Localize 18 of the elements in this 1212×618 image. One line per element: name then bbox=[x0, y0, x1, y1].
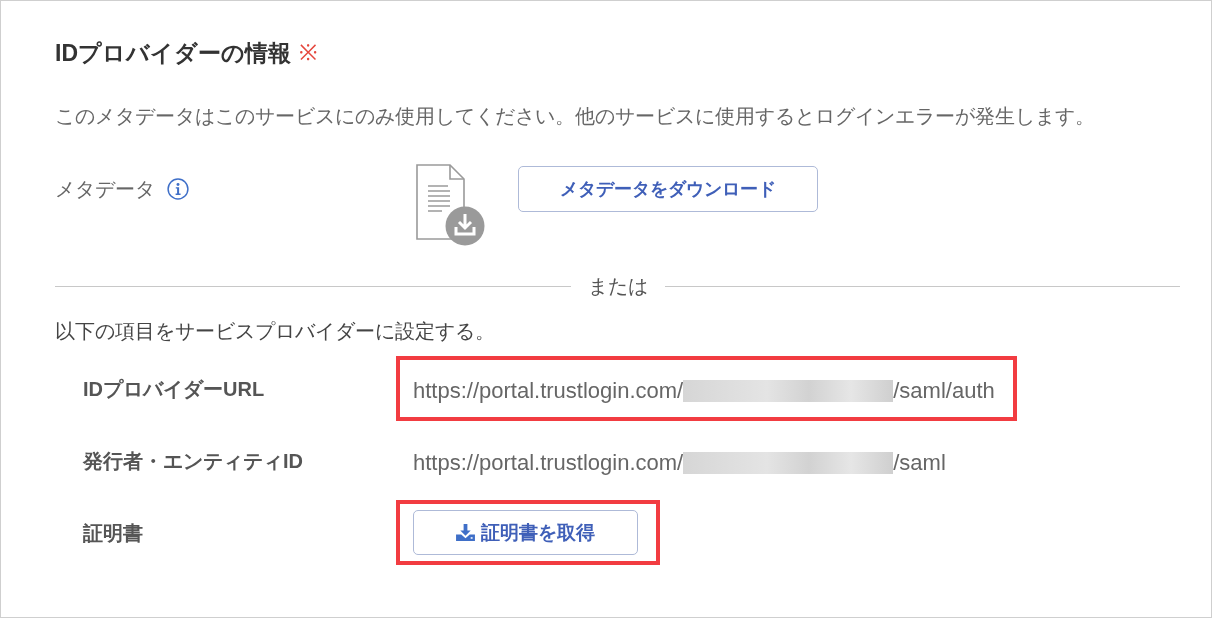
description-text: このメタデータはこのサービスにのみ使用してください。他のサービスに使用するとログインエラーが発生します。 bbox=[55, 104, 1096, 129]
section-title: IDプロバイダーの情報 bbox=[55, 39, 291, 68]
download-metadata-button[interactable]: メタデータをダウンロード bbox=[518, 166, 818, 212]
url-text: /saml/auth bbox=[893, 377, 995, 404]
info-icon[interactable] bbox=[167, 178, 189, 200]
instruction-text: 以下の項目をサービスプロバイダーに設定する。 bbox=[55, 319, 496, 344]
url-text: /saml bbox=[893, 449, 946, 476]
field-label: 証明書 bbox=[82, 520, 144, 546]
document-download-icon bbox=[416, 164, 486, 246]
required-mark: ※ bbox=[299, 39, 317, 67]
metadata-label: メタデータ bbox=[55, 177, 155, 202]
divider-text: または bbox=[586, 274, 649, 299]
field-label: IDプロバイダーURL bbox=[82, 376, 266, 402]
url-text: https://portal.trustlogin.com/ bbox=[413, 377, 684, 404]
field-label: 発行者・エンティティID bbox=[81, 448, 304, 474]
get-certificate-button[interactable]: 証明書を取得 bbox=[413, 510, 638, 555]
url-text: https://portal.trustlogin.com/ bbox=[413, 449, 684, 476]
download-icon bbox=[456, 524, 475, 541]
